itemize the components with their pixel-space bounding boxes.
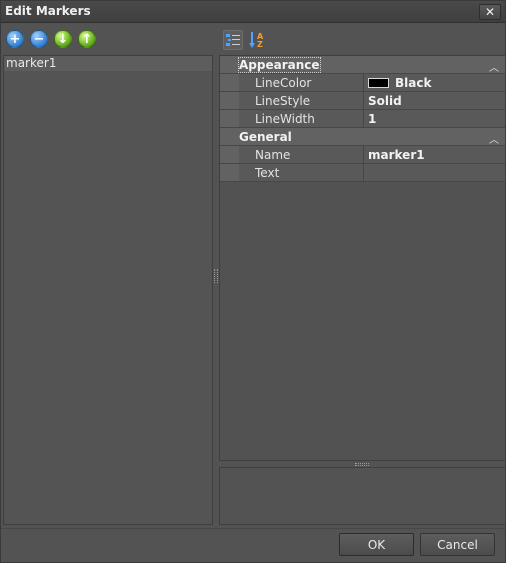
horizontal-splitter[interactable] bbox=[355, 463, 369, 466]
add-marker-button[interactable]: + bbox=[6, 30, 24, 48]
cancel-button[interactable]: Cancel bbox=[420, 533, 495, 556]
title-bar[interactable]: Edit Markers ✕ bbox=[1, 1, 505, 23]
property-value[interactable]: Solid bbox=[368, 94, 402, 108]
collapse-icon[interactable]: ︿ bbox=[489, 131, 499, 146]
property-grid[interactable]: Appearance ︿ LineColor Black LineStyle S… bbox=[219, 55, 506, 461]
categorized-view-icon bbox=[226, 34, 240, 46]
property-value[interactable]: marker1 bbox=[368, 148, 425, 162]
markers-toolbar: + − ↓ ↑ bbox=[6, 30, 96, 48]
vertical-splitter[interactable] bbox=[214, 269, 218, 283]
markers-list[interactable]: marker1 bbox=[3, 55, 213, 525]
category-label: General bbox=[239, 130, 292, 144]
property-name: Name bbox=[255, 148, 291, 162]
remove-icon: − bbox=[33, 31, 45, 47]
svg-text:Z: Z bbox=[257, 40, 263, 49]
edit-markers-dialog: Edit Markers ✕ + − ↓ ↑ A Z marker1 Appea… bbox=[0, 0, 506, 563]
category-general[interactable]: General ︿ bbox=[220, 128, 505, 146]
property-name: LineStyle bbox=[255, 94, 311, 108]
property-name: LineColor bbox=[255, 76, 312, 90]
ok-button[interactable]: OK bbox=[339, 533, 414, 556]
alphabetical-sort-button[interactable]: A Z bbox=[247, 30, 267, 50]
property-row-name[interactable]: Name marker1 bbox=[220, 146, 505, 164]
category-appearance[interactable]: Appearance ︿ bbox=[220, 56, 505, 74]
dialog-title: Edit Markers bbox=[5, 4, 91, 18]
alphabetical-sort-icon: A Z bbox=[249, 32, 264, 49]
close-button[interactable]: ✕ bbox=[479, 4, 501, 20]
property-name: LineWidth bbox=[255, 112, 315, 126]
property-row-linecolor[interactable]: LineColor Black bbox=[220, 74, 505, 92]
color-swatch bbox=[368, 78, 389, 88]
remove-marker-button[interactable]: − bbox=[30, 30, 48, 48]
move-down-icon: ↓ bbox=[57, 31, 69, 47]
property-row-text[interactable]: Text bbox=[220, 164, 505, 182]
list-item[interactable]: marker1 bbox=[4, 56, 212, 71]
property-row-linewidth[interactable]: LineWidth 1 bbox=[220, 110, 505, 128]
property-row-linestyle[interactable]: LineStyle Solid bbox=[220, 92, 505, 110]
close-icon: ✕ bbox=[484, 5, 496, 19]
property-value[interactable]: Black bbox=[368, 76, 431, 90]
move-up-icon: ↑ bbox=[81, 31, 93, 47]
property-name: Text bbox=[255, 166, 280, 180]
description-panel bbox=[219, 467, 506, 525]
footer-divider bbox=[1, 528, 505, 529]
collapse-icon[interactable]: ︿ bbox=[489, 59, 499, 74]
property-grid-toolbar: A Z bbox=[223, 30, 267, 50]
property-value[interactable]: 1 bbox=[368, 112, 376, 126]
add-icon: + bbox=[9, 31, 21, 47]
move-down-button[interactable]: ↓ bbox=[54, 30, 72, 48]
categorized-view-button[interactable] bbox=[223, 30, 243, 50]
category-label: Appearance bbox=[238, 57, 321, 73]
move-up-button[interactable]: ↑ bbox=[78, 30, 96, 48]
